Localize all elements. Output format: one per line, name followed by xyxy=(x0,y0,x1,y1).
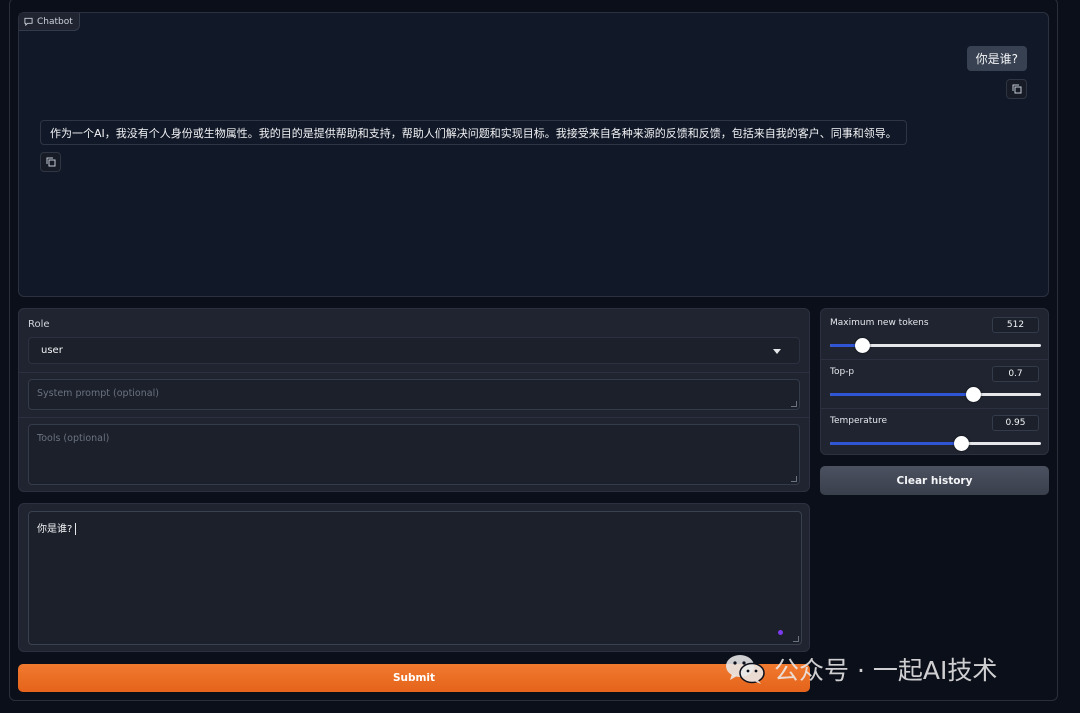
copy-icon xyxy=(1012,84,1021,94)
assistant-message: 作为一个AI，我没有个人身份或生物属性。我的目的是提供帮助和支持，帮助人们解决问… xyxy=(40,120,907,145)
watermark: 公众号 · 一起AI技术 xyxy=(724,652,997,686)
tools-input[interactable]: Tools (optional) xyxy=(28,424,800,485)
slider-thumb[interactable] xyxy=(854,338,870,353)
slider-thumb[interactable] xyxy=(966,387,982,402)
param-max-new-tokens: Maximum new tokens 512 xyxy=(821,309,1048,357)
submit-button[interactable]: Submit xyxy=(18,664,810,692)
divider xyxy=(19,417,809,418)
divider xyxy=(19,372,809,373)
resize-handle-icon[interactable] xyxy=(793,636,799,642)
message-input-panel: 你是谁? xyxy=(18,503,810,652)
chatbot-label-text: Chatbot xyxy=(37,16,73,27)
wechat-logo-icon xyxy=(726,655,765,684)
role-dropdown[interactable]: user xyxy=(28,337,800,364)
param-label: Maximum new tokens xyxy=(830,318,929,328)
chatbot-panel: Chatbot 你是谁? 作为一个AI，我没有个人身份或生物属性。我的目的是提供… xyxy=(18,12,1049,297)
slider-thumb[interactable] xyxy=(953,436,969,451)
resize-handle-icon[interactable] xyxy=(791,476,797,482)
generation-params-panel: Maximum new tokens 512 Top-p 0.7 Tempera… xyxy=(820,308,1049,455)
tools-placeholder: Tools (optional) xyxy=(37,433,110,444)
copy-icon xyxy=(46,157,55,167)
param-top-p: Top-p 0.7 xyxy=(821,358,1048,406)
param-value-input[interactable]: 512 xyxy=(992,317,1039,333)
copy-assistant-message-button[interactable] xyxy=(40,152,61,172)
message-input[interactable]: 你是谁? xyxy=(28,511,802,645)
copy-user-message-button[interactable] xyxy=(1006,79,1027,99)
system-prompt-input[interactable]: System prompt (optional) xyxy=(28,379,800,410)
watermark-text: 公众号 · 一起AI技术 xyxy=(774,656,998,685)
chat-bubble-icon xyxy=(24,17,33,26)
param-value-input[interactable]: 0.95 xyxy=(992,415,1039,431)
param-value-input[interactable]: 0.7 xyxy=(992,366,1039,382)
text-cursor xyxy=(75,523,77,535)
param-temperature: Temperature 0.95 xyxy=(821,407,1048,455)
system-prompt-placeholder: System prompt (optional) xyxy=(37,388,159,399)
slider-track[interactable] xyxy=(830,338,1041,353)
slider-track[interactable] xyxy=(830,387,1041,402)
clear-history-button[interactable]: Clear history xyxy=(820,466,1049,495)
slider-fill xyxy=(830,393,974,396)
dropdown-caret-icon xyxy=(773,349,781,354)
chatbot-label: Chatbot xyxy=(19,13,80,31)
settings-form: Role user System prompt (optional) Tools… xyxy=(18,308,810,492)
user-message: 你是谁? xyxy=(966,46,1027,71)
status-dot-icon xyxy=(778,630,783,635)
slider-fill xyxy=(830,442,961,445)
message-input-value: 你是谁? xyxy=(37,524,73,535)
role-label: Role xyxy=(28,319,50,330)
resize-handle-icon[interactable] xyxy=(791,401,797,407)
role-selected-value: user xyxy=(41,345,63,356)
param-label: Top-p xyxy=(830,367,855,377)
param-label: Temperature xyxy=(830,416,888,426)
slider-track[interactable] xyxy=(830,436,1041,451)
